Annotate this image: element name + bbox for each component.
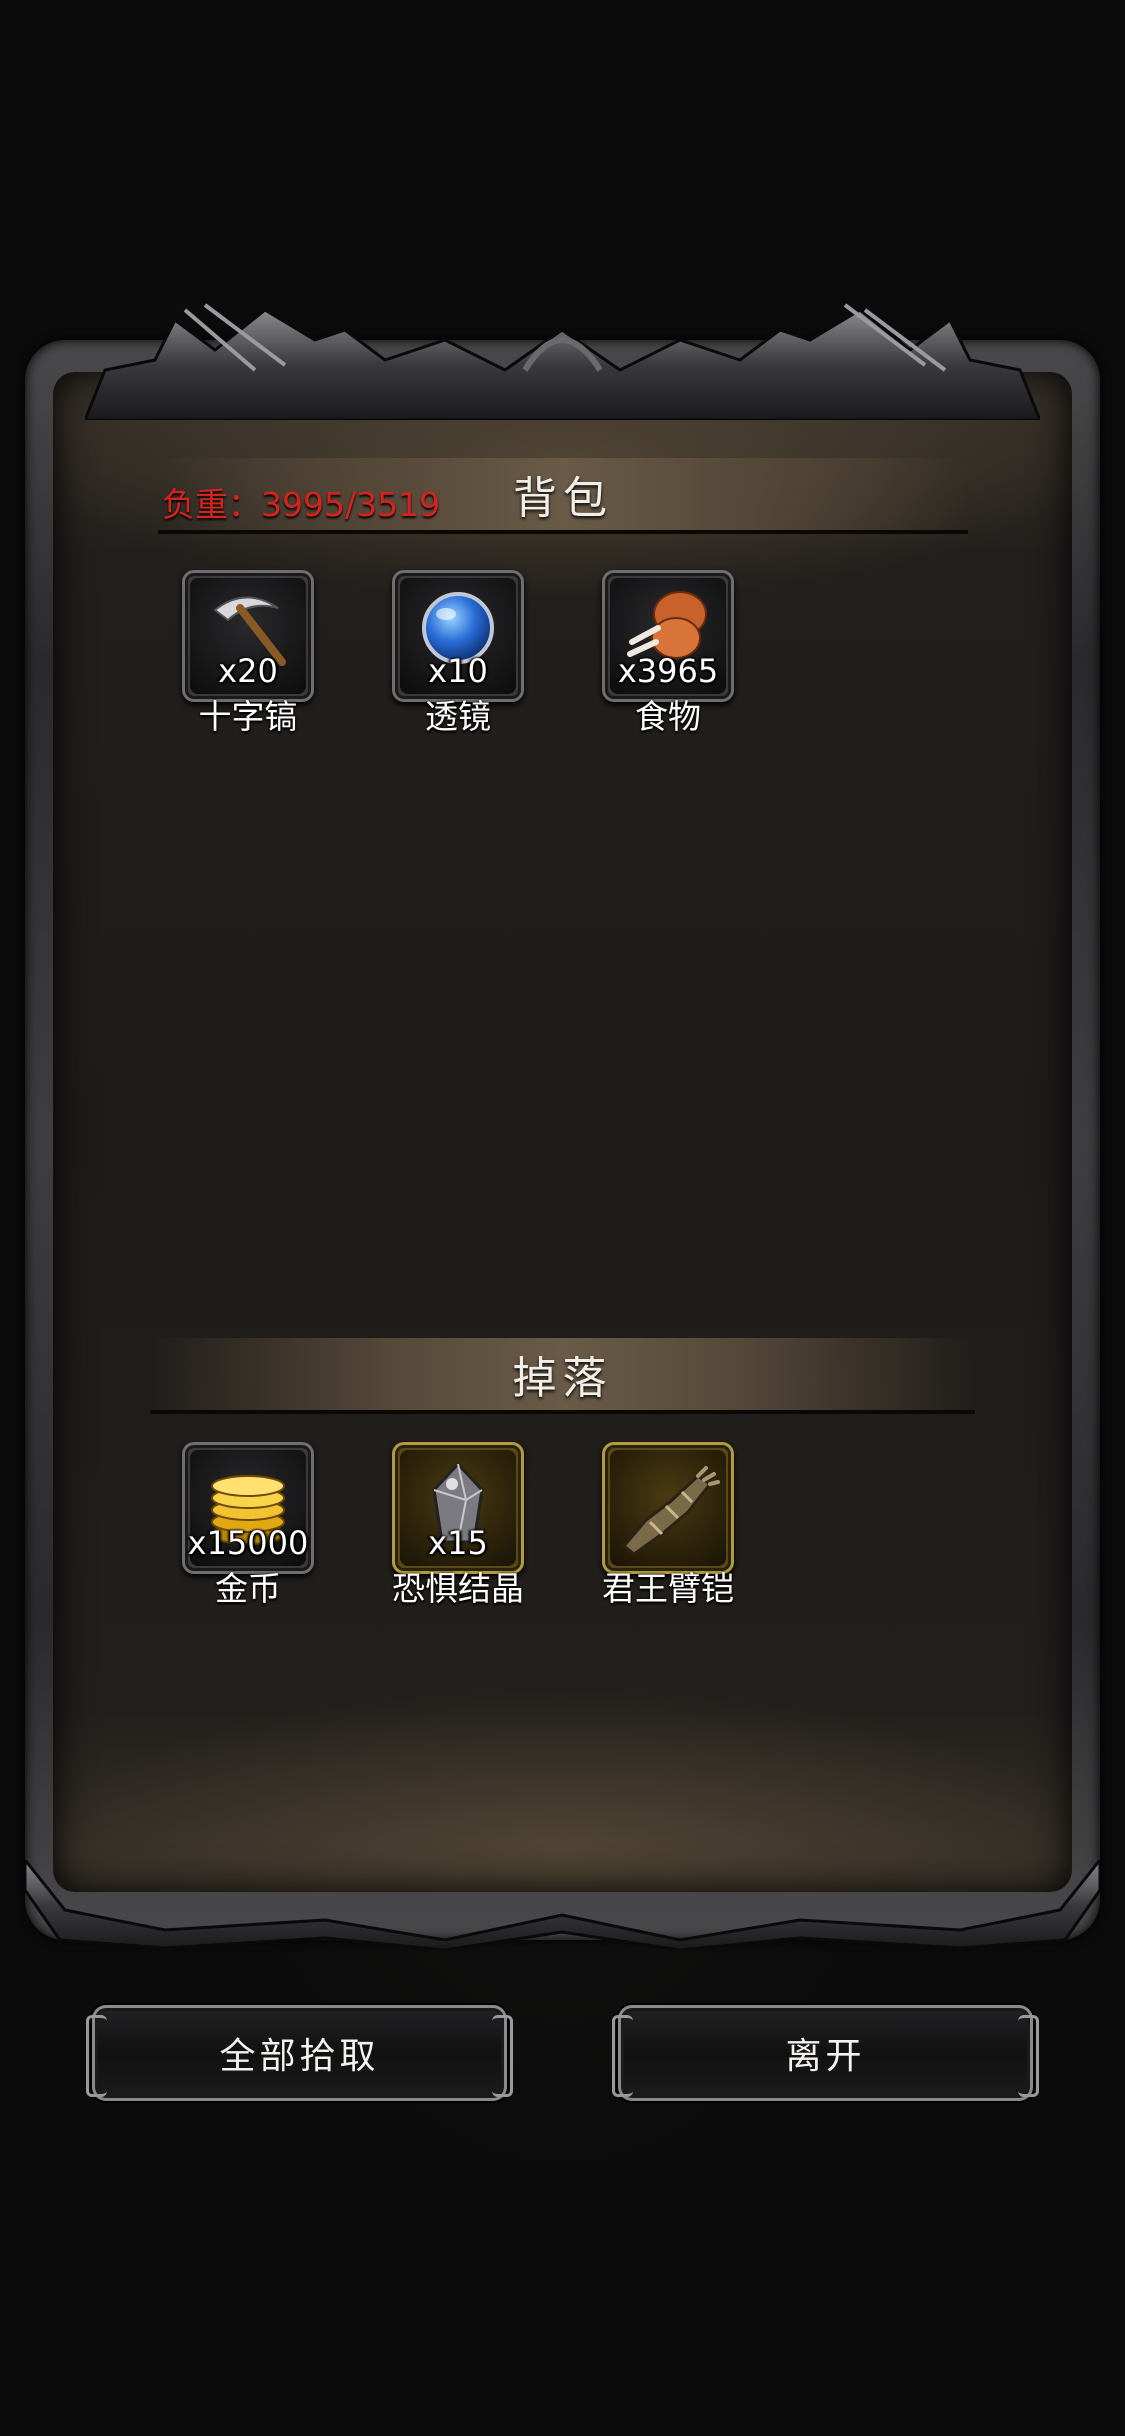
item-name: 透镜 — [425, 697, 491, 736]
loot-item[interactable]: x15 恐惧结晶 — [392, 1442, 532, 1612]
frame-base-ornament — [25, 1860, 1100, 1950]
dragon-crown-ornament — [85, 303, 1040, 420]
item-quantity: x10 — [428, 652, 488, 690]
leave-button[interactable]: 离开 — [612, 2005, 1039, 2101]
item-slot-rare — [602, 1442, 734, 1574]
item-name: 食物 — [635, 697, 701, 736]
item-quantity: x15 — [428, 1524, 488, 1562]
inventory-title: 背包 — [513, 473, 613, 524]
item-quantity: x3965 — [617, 652, 719, 690]
weight-capacity: 负重：3995/3519 — [162, 485, 441, 524]
loot-item[interactable]: 君王臂铠 — [602, 1442, 742, 1612]
inventory-item[interactable]: x3965 食物 — [602, 570, 742, 740]
loot-panel-frame — [25, 300, 1100, 1950]
item-name: 金币 — [215, 1569, 281, 1608]
inventory-item[interactable]: x10 透镜 — [392, 570, 532, 740]
gauntlet-icon — [621, 1466, 720, 1556]
item-name: 恐惧结晶 — [392, 1569, 524, 1608]
loot-item[interactable]: x15000 金币 — [182, 1442, 322, 1612]
inventory-item[interactable]: x20 十字镐 — [182, 570, 322, 740]
pick-all-button[interactable]: 全部拾取 — [86, 2005, 513, 2101]
item-name: 十字镐 — [198, 697, 298, 736]
item-quantity: x20 — [218, 652, 278, 690]
loot-title: 掉落 — [512, 1353, 613, 1404]
loot-header: 掉落 — [150, 1338, 975, 1414]
item-quantity: x15000 — [187, 1524, 309, 1562]
item-name: 君王臂铠 — [602, 1569, 734, 1608]
